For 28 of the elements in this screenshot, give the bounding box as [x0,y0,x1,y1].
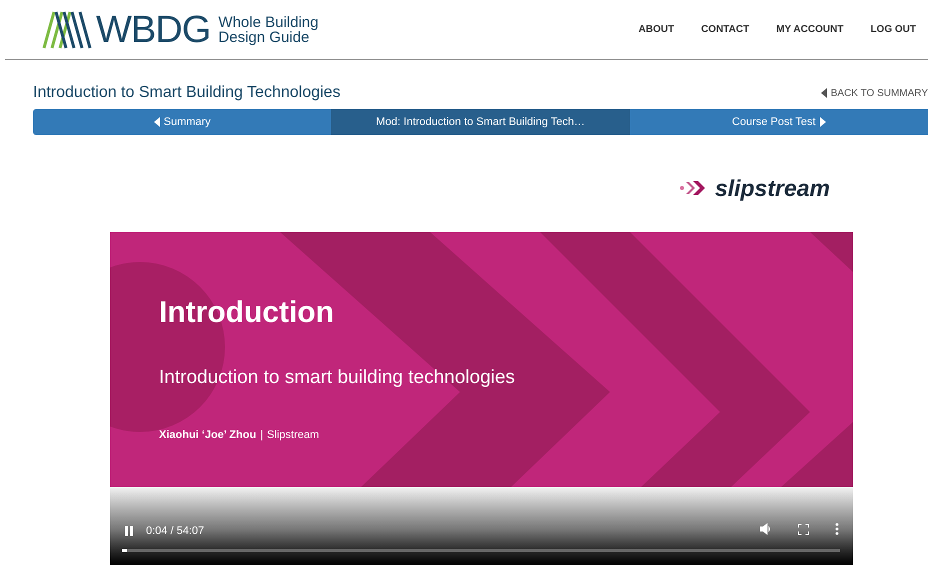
slide-heading: Introduction [159,298,335,328]
slide-subheading: Introduction to smart building technologies [159,368,515,387]
nav-link[interactable]: LOG OUT [870,22,916,37]
step-tab[interactable]: Summary [33,109,332,135]
presenter-separator: | [260,428,264,443]
left-caret-icon [154,117,160,127]
logo-text: WBDG [96,10,210,48]
sponsor-logo-text: slipstream [714,176,830,200]
nav-link[interactable]: MY ACCOUNT [776,22,844,37]
more-icon[interactable] [835,523,839,535]
left-caret-icon [820,88,827,98]
logo-mark-icon [42,10,92,50]
nav-link[interactable]: ABOUT [638,22,674,37]
progress-track[interactable] [122,549,840,552]
back-link[interactable]: BACK TO SUMMARY [820,86,928,100]
step-tab[interactable]: Mod: Introduction to Smart Building Tech… [331,109,630,135]
volume-icon[interactable] [760,523,772,535]
right-caret-icon [820,117,826,127]
pause-button[interactable] [124,525,134,538]
presenter-organization: Slipstream [267,428,320,443]
logo-subtitle: Whole Building [218,14,318,30]
nav-link[interactable]: CONTACT [701,22,750,37]
video-time: 0:04 / 54:07 [146,524,204,539]
course-title: Introduction to Smart Building Technologies [33,83,340,103]
presenter-name: Xiaohui ‘Joe’ Zhou [159,428,256,443]
fullscreen-icon[interactable] [798,524,809,534]
logo-subtitle: Design Guide [218,30,310,44]
step-tab[interactable]: Course Post Test [630,109,928,135]
